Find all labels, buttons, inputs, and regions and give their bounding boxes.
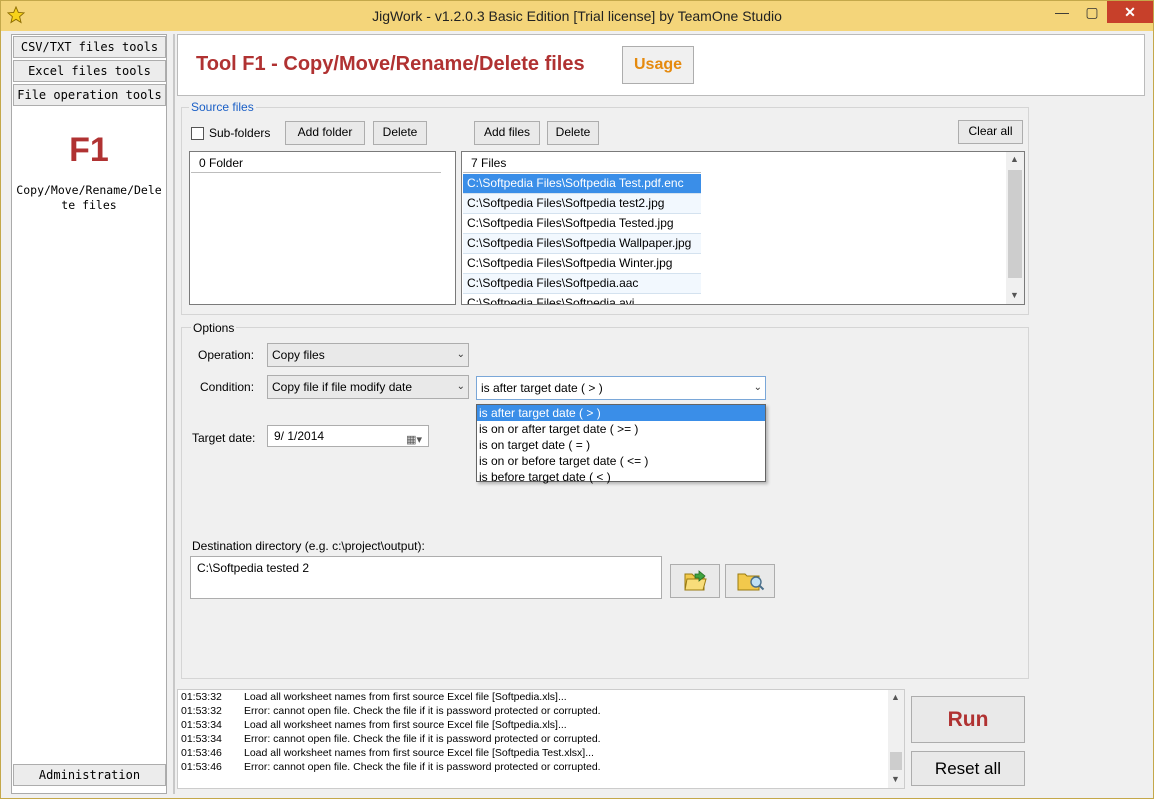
dropdown-option[interactable]: is on or before target date ( <= ) — [477, 453, 765, 469]
scroll-up-icon[interactable]: ▲ — [891, 692, 900, 702]
chevron-down-icon: ⌄ — [456, 349, 465, 360]
folder-search-icon — [737, 573, 765, 591]
operation-value: Copy files — [272, 348, 325, 362]
target-date-picker[interactable]: 9/ 1/2014 ▦▾ — [267, 425, 429, 447]
minimize-button[interactable]: — — [1047, 4, 1077, 26]
header: Tool F1 - Copy/Move/Rename/Delete files … — [177, 34, 1145, 96]
sidebar: CSV/TXT files tools Excel files tools Fi… — [11, 34, 167, 794]
tab-file-operation-tools[interactable]: File operation tools — [13, 84, 166, 106]
app-window: JigWork - v1.2.0.3 Basic Edition [Trial … — [0, 0, 1154, 799]
log-row: 01:53:34 Error: cannot open file. Check t… — [181, 733, 601, 745]
dropdown-option[interactable]: is on or after target date ( >= ) — [477, 421, 765, 437]
subfolders-checkbox[interactable] — [191, 127, 204, 140]
condition-select[interactable]: Copy file if file modify date ⌄ — [267, 375, 469, 399]
condition-value: Copy file if file modify date — [272, 380, 413, 394]
administration-button[interactable]: Administration — [13, 764, 166, 786]
delete-files-button[interactable]: Delete — [547, 121, 599, 145]
destination-value: C:\Softpedia tested 2 — [197, 561, 310, 575]
condition-label: Condition: — [200, 380, 255, 394]
clear-all-button[interactable]: Clear all — [958, 120, 1023, 144]
reset-all-button[interactable]: Reset all — [911, 751, 1025, 786]
destination-label: Destination directory (e.g. c:\project\o… — [192, 539, 425, 553]
log-panel[interactable]: 01:53:32 Load all worksheet names from fi… — [177, 689, 905, 789]
list-item[interactable]: C:\Softpedia Files\Softpedia Tested.jpg — [463, 214, 701, 234]
browse-folder-button[interactable] — [670, 564, 720, 598]
operation-label: Operation: — [198, 348, 255, 362]
open-folder-button[interactable] — [725, 564, 775, 598]
window-title: JigWork - v1.2.0.3 Basic Edition [Trial … — [372, 8, 782, 24]
list-item[interactable]: C:\Softpedia Files\Softpedia Wallpaper.j… — [463, 234, 701, 254]
list-item[interactable]: C:\Softpedia Files\Softpedia.avi — [463, 294, 701, 304]
chevron-down-icon: ⌄ — [456, 381, 465, 392]
folder-open-icon — [684, 570, 707, 591]
tab-csv-txt-tools[interactable]: CSV/TXT files tools — [13, 36, 166, 58]
tool-id: F1 — [69, 131, 109, 169]
close-button[interactable]: ✕ — [1107, 1, 1153, 23]
add-folder-button[interactable]: Add folder — [285, 121, 365, 145]
calendar-icon[interactable]: ▦▾ — [406, 430, 422, 450]
list-item[interactable]: C:\Softpedia Files\Softpedia test2.jpg — [463, 194, 701, 214]
chevron-down-icon: ⌄ — [753, 382, 762, 393]
usage-button[interactable]: Usage — [622, 46, 694, 84]
folder-count: 0 Folder — [191, 153, 441, 173]
dropdown-option[interactable]: is before target date ( < ) — [477, 469, 765, 485]
log-scrollbar[interactable]: ▲ ▼ — [888, 690, 904, 788]
file-list[interactable]: 7 Files C:\Softpedia Files\Softpedia Tes… — [461, 151, 1025, 305]
options-legend: Options — [191, 321, 237, 335]
run-button[interactable]: Run — [911, 696, 1025, 743]
dropdown-option[interactable]: is after target date ( > ) — [477, 405, 765, 421]
file-list-scrollbar[interactable]: ▲ ▼ — [1006, 152, 1024, 304]
scroll-thumb[interactable] — [890, 752, 902, 770]
list-item[interactable]: C:\Softpedia Files\Softpedia Winter.jpg — [463, 254, 701, 274]
list-item[interactable]: C:\Softpedia Files\Softpedia Test.pdf.en… — [463, 174, 701, 194]
target-date-value: 9/ 1/2014 — [274, 429, 325, 443]
scroll-down-icon[interactable]: ▼ — [891, 774, 900, 784]
destination-input[interactable]: C:\Softpedia tested 2 — [190, 556, 662, 599]
dropdown-option[interactable]: is on target date ( = ) — [477, 437, 765, 453]
add-files-button[interactable]: Add files — [474, 121, 540, 145]
scroll-up-icon[interactable]: ▲ — [1010, 154, 1019, 164]
log-row: 01:53:46 Load all worksheet names from fi… — [181, 747, 594, 759]
comparison-value: is after target date ( > ) — [481, 381, 603, 395]
target-date-label: Target date: — [192, 431, 256, 445]
maximize-button[interactable]: ▢ — [1077, 4, 1107, 26]
log-row: 01:53:32 Load all worksheet names from fi… — [181, 691, 567, 703]
splitter[interactable] — [173, 34, 175, 794]
comparison-select[interactable]: is after target date ( > ) ⌄ — [476, 376, 766, 400]
scroll-thumb[interactable] — [1008, 170, 1022, 278]
list-item[interactable]: C:\Softpedia Files\Softpedia.aac — [463, 274, 701, 294]
delete-folder-button[interactable]: Delete — [373, 121, 427, 145]
page-title: Tool F1 - Copy/Move/Rename/Delete files — [196, 53, 585, 75]
log-row: 01:53:46 Error: cannot open file. Check t… — [181, 761, 601, 773]
tab-excel-tools[interactable]: Excel files tools — [13, 60, 166, 82]
log-row: 01:53:32 Error: cannot open file. Check t… — [181, 705, 601, 717]
subfolders-label: Sub-folders — [209, 126, 271, 140]
operation-select[interactable]: Copy files ⌄ — [267, 343, 469, 367]
file-count: 7 Files — [463, 153, 701, 173]
tool-description: Copy/Move/Rename/Delete files — [16, 183, 162, 212]
folder-list[interactable]: 0 Folder — [189, 151, 456, 305]
scroll-down-icon[interactable]: ▼ — [1010, 290, 1019, 300]
log-row: 01:53:34 Load all worksheet names from fi… — [181, 719, 567, 731]
source-files-legend: Source files — [189, 100, 256, 114]
title-bar: JigWork - v1.2.0.3 Basic Edition [Trial … — [1, 1, 1153, 31]
comparison-dropdown: is after target date ( > ) is on or afte… — [476, 404, 766, 485]
